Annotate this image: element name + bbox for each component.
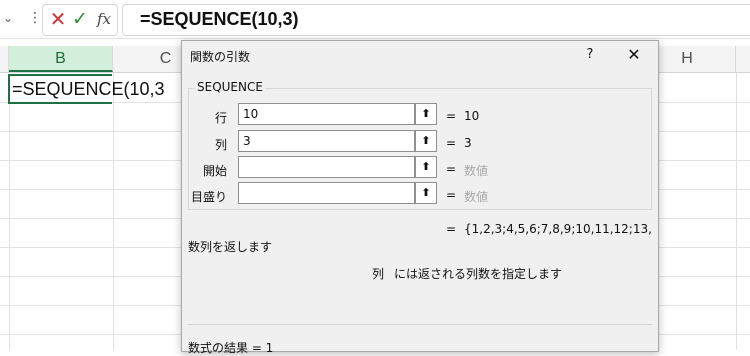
name-box-dropdown-icon[interactable]: ⌄ — [2, 8, 14, 28]
arg-label-columns: 列 — [214, 138, 227, 152]
active-cell-text: =SEQUENCE(10,3 — [12, 79, 165, 99]
formula-result: 数式の結果 = 1 — [188, 341, 274, 355]
formula-text[interactable]: =SEQUENCE(10,3) — [140, 6, 299, 32]
column-header-b[interactable]: B — [9, 46, 113, 72]
columns-value: 3 — [464, 136, 472, 150]
arg-equals: = — [446, 109, 457, 123]
collapse-dialog-icon[interactable]: ⬆ — [415, 130, 437, 152]
more-options-icon[interactable]: ⋮ — [28, 8, 42, 28]
arg-label-rows: 行 — [214, 111, 227, 125]
step-input[interactable] — [238, 182, 415, 204]
arg-label-start: 開始 — [202, 164, 227, 178]
function-arguments-dialog: 関数の引数 ? ✕ SEQUENCE 行 10 ⬆ = 10 列 3 ⬆ = 3… — [181, 40, 659, 355]
arg-equals: = — [446, 188, 457, 202]
step-value: 数値 — [464, 190, 489, 204]
collapse-dialog-icon[interactable]: ⬆ — [415, 103, 437, 125]
rows-value: 10 — [464, 109, 480, 123]
help-icon[interactable]: ? — [580, 45, 600, 65]
argument-description-text: には返される列数を指定します — [394, 267, 563, 281]
formula-bar: ⌄ ⋮ ✕ ✓ fx =SEQUENCE(10,3) — [0, 0, 750, 39]
check-icon[interactable]: ✓ — [70, 7, 90, 31]
fx-icon[interactable]: fx — [94, 7, 114, 31]
column-header-i[interactable] — [736, 46, 750, 72]
close-icon[interactable]: ✕ — [624, 45, 644, 65]
x-icon[interactable]: ✕ — [48, 7, 68, 31]
start-value: 数値 — [464, 164, 489, 178]
function-description: 数列を返します — [188, 240, 273, 254]
arg-label-step: 目盛り — [190, 190, 227, 204]
dialog-title: 関数の引数 — [190, 50, 251, 64]
arg-equals: = — [446, 162, 457, 176]
column-header-a[interactable] — [0, 46, 9, 72]
argument-description-name: 列 — [372, 267, 385, 281]
result-equals: = — [446, 222, 457, 236]
collapse-dialog-icon[interactable]: ⬆ — [415, 156, 437, 178]
arg-equals: = — [446, 136, 457, 150]
start-input[interactable] — [238, 156, 415, 178]
collapse-dialog-icon[interactable]: ⬆ — [415, 182, 437, 204]
rows-input[interactable]: 10 — [238, 103, 415, 125]
argument-description: 列には返される列数を指定します — [372, 265, 562, 282]
columns-input[interactable]: 3 — [238, 130, 415, 152]
function-name: SEQUENCE — [195, 80, 265, 94]
divider — [188, 324, 652, 325]
function-result: {1,2,3;4,5,6;7,8,9;10,11,12;13, — [464, 222, 652, 236]
